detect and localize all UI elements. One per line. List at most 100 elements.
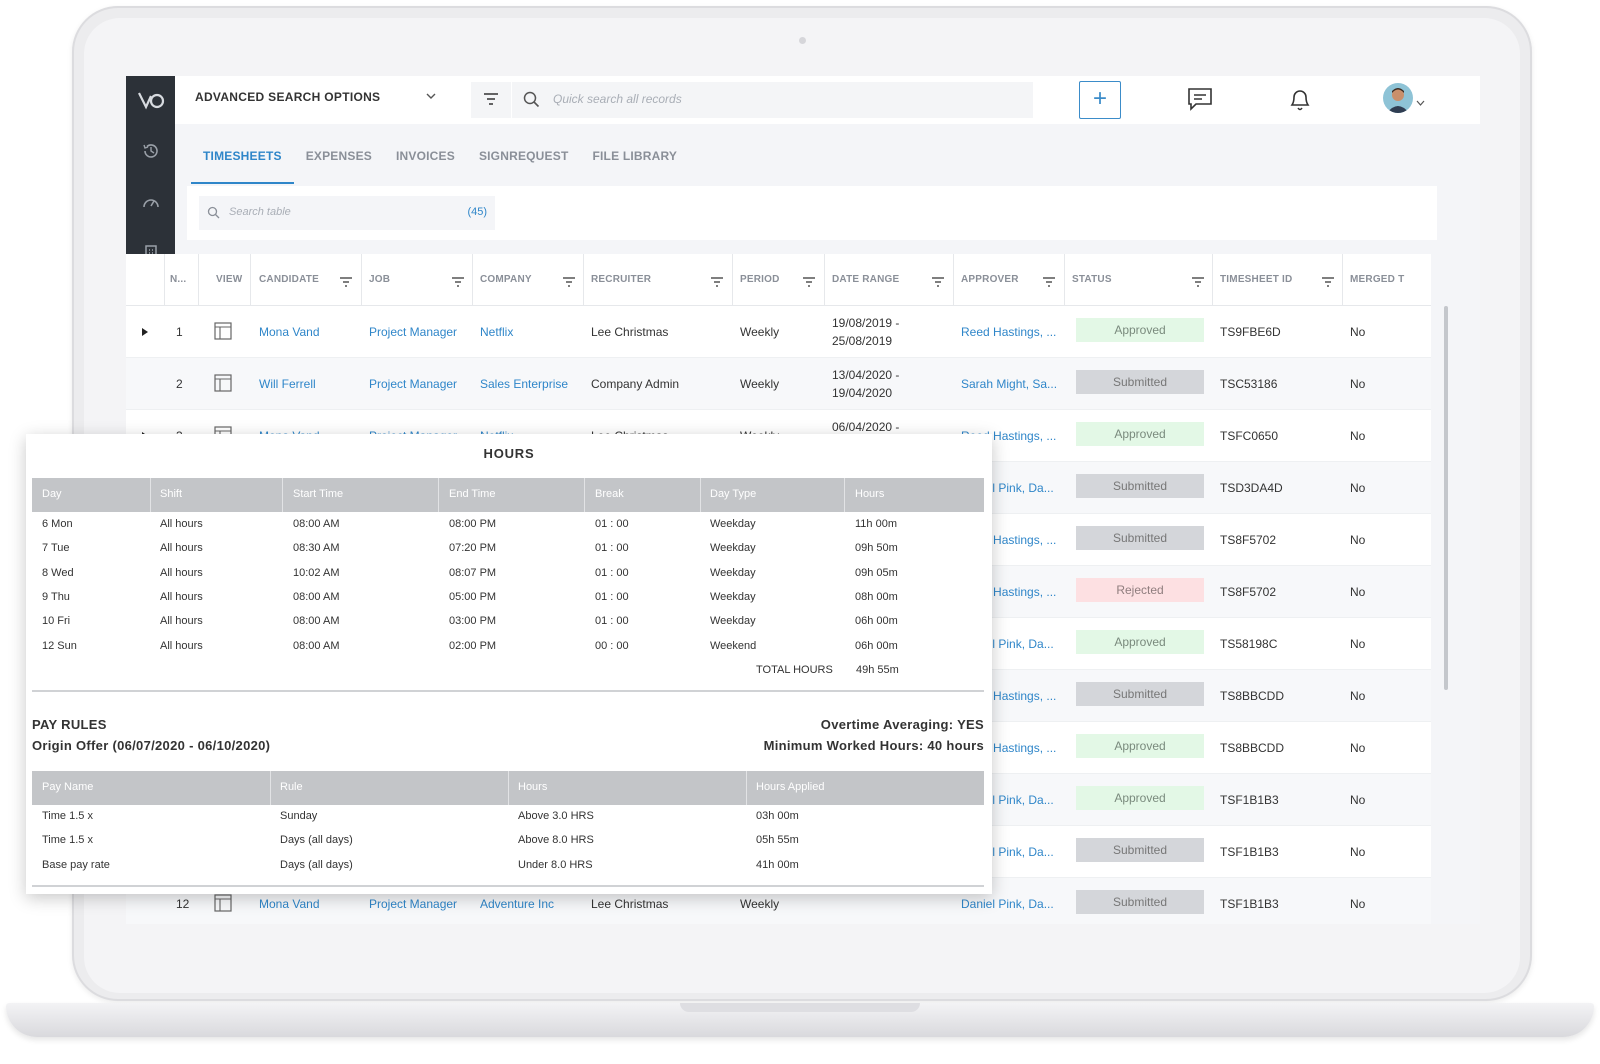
pay-rule-cell: Above 8.0 HRS xyxy=(518,834,594,847)
app-logo[interactable] xyxy=(134,90,167,114)
hours-cell: Weekend xyxy=(710,639,757,652)
hours-cell: 08:07 PM xyxy=(449,566,497,579)
column-header[interactable]: APPROVER xyxy=(961,274,1019,285)
hours-cell: 6 Mon xyxy=(42,518,73,530)
recruiter-name: Lee Christmas xyxy=(591,325,669,339)
hours-cell: 08:00 PM xyxy=(449,518,497,530)
merged-value: No xyxy=(1350,429,1366,443)
view-timesheet-icon[interactable] xyxy=(214,322,232,345)
job-link[interactable]: Project Manager xyxy=(369,897,457,911)
column-header[interactable]: JOB xyxy=(369,274,390,285)
bell-icon[interactable] xyxy=(1288,86,1312,117)
table-row[interactable]: 1 Mona Vand Project Manager Netflix Lee Chri… xyxy=(126,306,1431,358)
column-divider xyxy=(583,254,584,306)
tab-file-library[interactable]: FILE LIBRARY xyxy=(580,148,689,184)
column-filter-icon[interactable] xyxy=(340,274,352,292)
table-row[interactable]: 2 Will Ferrell Project Manager Sales Enterp… xyxy=(126,358,1431,410)
hours-cell: 10:02 AM xyxy=(293,566,340,579)
hours-cell: 10 Fri xyxy=(42,615,71,628)
quick-search-input[interactable]: Quick search all records xyxy=(553,92,682,106)
hours-cell: 03:00 PM xyxy=(449,615,497,628)
hours-cell: 01 : 00 xyxy=(595,542,629,555)
column-header[interactable]: DATE RANGE xyxy=(832,274,899,285)
advanced-search-label[interactable]: ADVANCED SEARCH OPTIONS xyxy=(195,90,380,104)
column-header[interactable]: COMPANY xyxy=(480,274,532,285)
hours-cell: All hours xyxy=(160,542,203,555)
timesheet-id: TS8F5702 xyxy=(1220,533,1277,547)
add-button[interactable]: + xyxy=(1079,81,1121,119)
pay-rules-table-header: Pay Name Rule Hours Hours Applied xyxy=(32,771,984,805)
recruiter-name: Lee Christmas xyxy=(591,897,669,911)
pay-rule-cell: Days (all days) xyxy=(280,858,353,871)
history-icon[interactable] xyxy=(140,140,161,161)
avatar[interactable] xyxy=(1383,83,1413,113)
view-timesheet-icon[interactable] xyxy=(214,894,232,917)
camera xyxy=(799,37,806,44)
timesheet-id: TSF1B1B3 xyxy=(1220,845,1279,859)
merged-value: No xyxy=(1350,585,1366,599)
column-header[interactable]: STATUS xyxy=(1072,274,1112,285)
search-icon xyxy=(207,206,220,224)
approver-link[interactable]: Sarah Might, Sa... xyxy=(961,377,1057,391)
status-badge: Submitted xyxy=(1076,370,1204,394)
table-search-input[interactable]: Search table xyxy=(229,206,291,218)
hours-cell: 05:00 PM xyxy=(449,590,497,603)
tab-timesheets[interactable]: TIMESHEETS xyxy=(191,148,294,184)
merged-value: No xyxy=(1350,325,1366,339)
column-filter-icon[interactable] xyxy=(1043,274,1055,292)
column-filter-icon[interactable] xyxy=(452,274,464,292)
pay-column-header: Pay Name xyxy=(42,781,94,793)
approver-link[interactable]: Daniel Pink, Da... xyxy=(961,897,1054,911)
table-scrollbar[interactable] xyxy=(1444,306,1448,690)
company-link[interactable]: Netflix xyxy=(480,325,513,339)
dashboard-icon[interactable] xyxy=(140,192,161,213)
hours-cell: All hours xyxy=(160,639,203,652)
chevron-down-icon[interactable] xyxy=(425,89,437,107)
period-value: Weekly xyxy=(740,377,780,391)
job-link[interactable]: Project Manager xyxy=(369,325,457,339)
hours-column-header: End Time xyxy=(449,488,496,500)
pay-column-header: Hours xyxy=(518,781,548,793)
column-header[interactable]: CANDIDATE xyxy=(259,274,319,285)
hours-cell: Weekday xyxy=(710,566,756,579)
column-filter-icon[interactable] xyxy=(1322,274,1334,292)
company-link[interactable]: Adventure Inc xyxy=(480,897,554,911)
pay-column-header: Hours Applied xyxy=(756,781,825,793)
company-link[interactable]: Sales Enterprise xyxy=(480,377,568,391)
column-divider xyxy=(250,254,251,306)
tab-expenses[interactable]: EXPENSES xyxy=(294,148,384,184)
timesheet-id: TSC53186 xyxy=(1220,377,1278,391)
expand-row-icon[interactable] xyxy=(142,328,148,336)
column-header[interactable]: VIEW xyxy=(216,274,242,285)
column-filter-icon[interactable] xyxy=(1192,274,1204,292)
hours-cell: 02:00 PM xyxy=(449,639,497,652)
column-divider xyxy=(1212,254,1213,306)
approver-link[interactable]: Reed Hastings, ... xyxy=(961,325,1056,339)
column-filter-icon[interactable] xyxy=(563,274,575,292)
date-range-end: 25/08/2019 xyxy=(832,334,893,348)
tab-signrequest[interactable]: SIGNREQUEST xyxy=(467,148,581,184)
column-filter-icon[interactable] xyxy=(803,274,815,292)
filter-icon[interactable] xyxy=(483,92,499,111)
hours-cell: All hours xyxy=(160,615,203,628)
chat-icon[interactable] xyxy=(1187,86,1213,117)
view-timesheet-icon[interactable] xyxy=(214,374,232,397)
top-bar: ADVANCED SEARCH OPTIONS Quick search all… xyxy=(175,76,1480,124)
job-link[interactable]: Project Manager xyxy=(369,377,457,391)
hours-cell: 12 Sun xyxy=(42,639,77,652)
candidate-link[interactable]: Mona Vand xyxy=(259,897,320,911)
column-header[interactable]: N... xyxy=(170,274,186,285)
tab-invoices[interactable]: INVOICES xyxy=(384,148,467,184)
hours-column-header: Day xyxy=(42,488,62,500)
candidate-link[interactable]: Mona Vand xyxy=(259,325,320,339)
column-filter-icon[interactable] xyxy=(711,274,723,292)
column-filter-icon[interactable] xyxy=(932,274,944,292)
column-header[interactable]: RECRUITER xyxy=(591,274,651,285)
avatar-chevron-icon[interactable] xyxy=(1416,94,1425,112)
candidate-link[interactable]: Will Ferrell xyxy=(259,377,316,391)
column-header[interactable]: MERGED T xyxy=(1350,274,1404,285)
recruiter-name: Company Admin xyxy=(591,377,680,391)
timesheet-id: TSD3DA4D xyxy=(1220,481,1283,495)
column-header[interactable]: TIMESHEET ID xyxy=(1220,274,1292,285)
column-header[interactable]: PERIOD xyxy=(740,274,780,285)
